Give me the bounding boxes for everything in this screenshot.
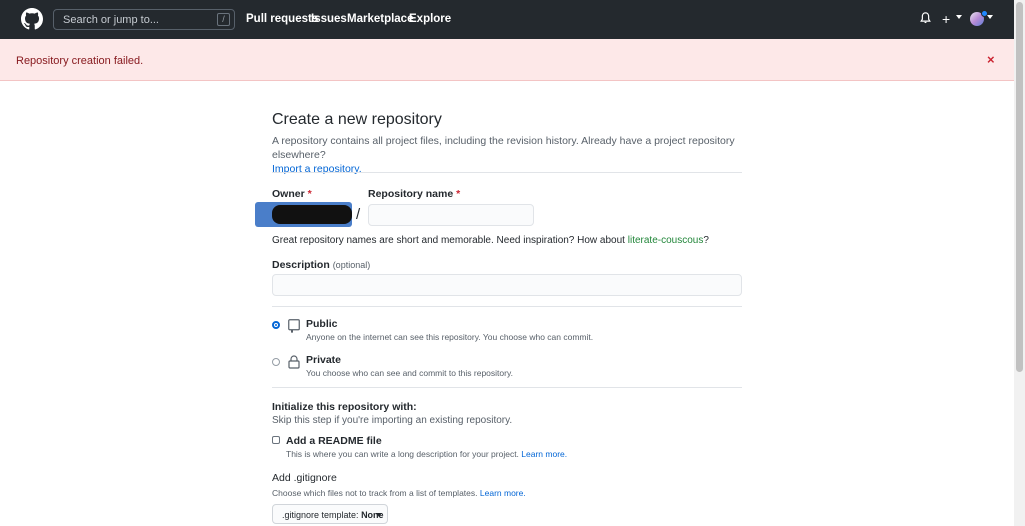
gitignore-label: Add .gitignore: [272, 472, 337, 484]
owner-label: Owner *: [272, 188, 312, 200]
public-description: Anyone on the internet can see this repo…: [306, 332, 594, 342]
repo-name-hint: Great repository names are short and mem…: [272, 235, 709, 246]
gitignore-learn-more-link[interactable]: Learn more.: [480, 488, 526, 498]
private-title: Private: [306, 354, 342, 366]
repo-name-label: Repository name *: [368, 188, 461, 200]
error-flash-banner: Repository creation failed. ×: [0, 39, 1014, 81]
description-input[interactable]: [272, 274, 742, 296]
avatar-dropdown-caret-icon[interactable]: [987, 15, 993, 19]
add-readme-label[interactable]: Add a README file: [286, 435, 382, 447]
public-radio[interactable]: [272, 321, 280, 329]
owner-select-redaction-black: [272, 205, 352, 224]
init-title: Initialize this repository with:: [272, 401, 417, 413]
owner-repo-separator: /: [356, 206, 361, 223]
private-radio[interactable]: [272, 358, 280, 366]
plus-dropdown-caret-icon[interactable]: [956, 15, 962, 19]
bell-icon[interactable]: [920, 11, 931, 25]
suggested-name-link[interactable]: literate-couscous: [628, 235, 704, 246]
divider: [272, 172, 742, 173]
divider: [272, 306, 742, 307]
nav-marketplace[interactable]: Marketplace: [347, 13, 413, 25]
search-shortcut-badge: /: [217, 13, 230, 26]
page-lead: A repository contains all project files,…: [272, 134, 752, 176]
lock-icon: [288, 355, 300, 369]
init-description: Skip this step if you're importing an ex…: [272, 415, 513, 426]
gitignore-template-text: .gitignore template: None: [282, 510, 384, 520]
readme-learn-more-link[interactable]: Learn more.: [521, 449, 567, 459]
repo-book-icon: [288, 319, 300, 333]
add-readme-checkbox[interactable]: [272, 436, 280, 444]
search-input[interactable]: Search or jump to... /: [53, 9, 235, 30]
flash-close-icon[interactable]: ×: [987, 52, 995, 67]
page-scrollbar[interactable]: [1014, 0, 1025, 526]
plus-icon[interactable]: +: [942, 11, 950, 27]
repository-name-input[interactable]: [368, 204, 534, 226]
chevron-down-icon: [376, 513, 382, 517]
scrollbar-thumb[interactable]: [1016, 2, 1023, 372]
flash-message: Repository creation failed.: [16, 55, 144, 67]
description-label: Description (optional): [272, 259, 371, 271]
public-title: Public: [306, 318, 338, 330]
page-title: Create a new repository: [272, 111, 442, 128]
private-description: You choose who can see and commit to thi…: [306, 368, 513, 378]
search-placeholder: Search or jump to...: [63, 14, 159, 26]
github-logo-icon[interactable]: [21, 8, 43, 30]
nav-issues[interactable]: Issues: [311, 13, 347, 25]
lead-text: A repository contains all project files,…: [272, 135, 735, 161]
nav-explore[interactable]: Explore: [409, 13, 451, 25]
nav-pull-requests[interactable]: Pull requests: [246, 13, 318, 25]
app-header: Search or jump to... / Pull requests Iss…: [0, 0, 1014, 39]
gitignore-template-button[interactable]: .gitignore template: None: [272, 504, 388, 524]
divider: [272, 387, 742, 388]
readme-description: This is where you can write a long descr…: [286, 449, 568, 459]
gitignore-description: Choose which files not to track from a l…: [272, 488, 526, 498]
import-repository-link[interactable]: Import a repository.: [272, 163, 362, 175]
